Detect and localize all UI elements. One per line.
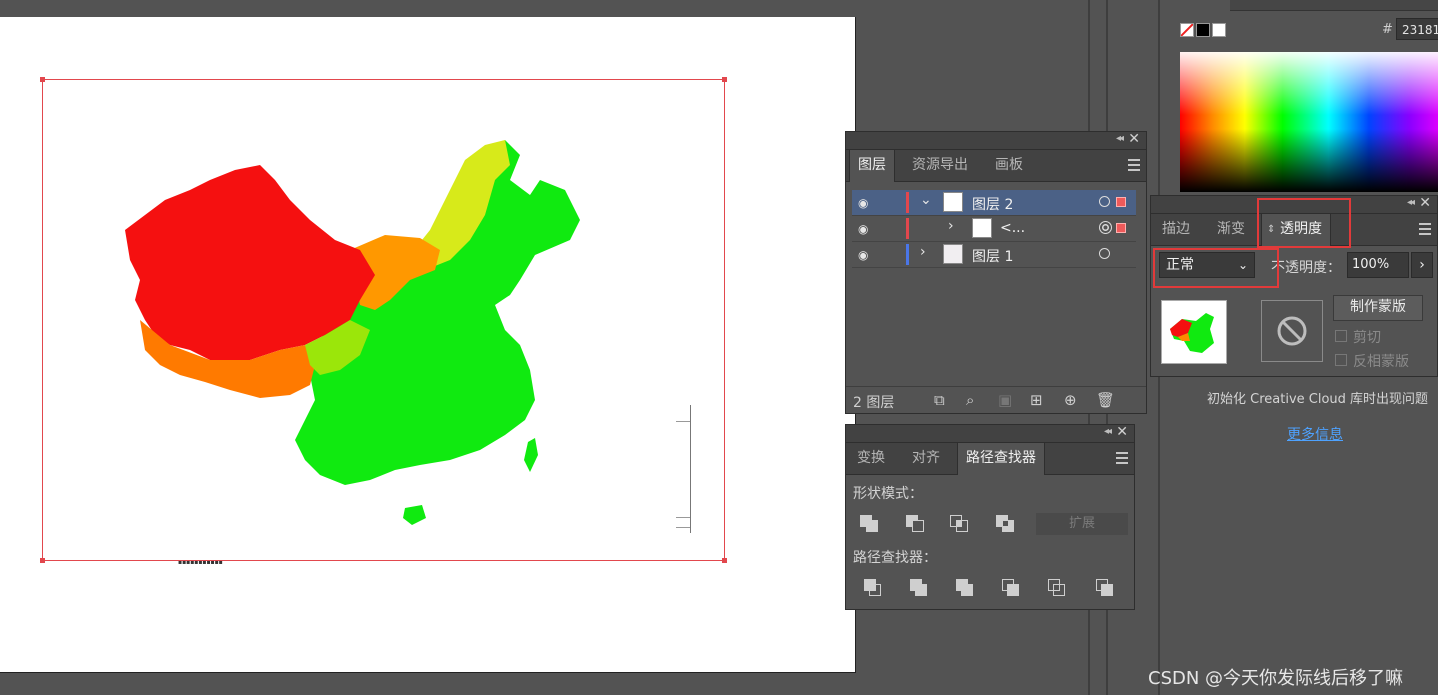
pathfinders-label: 路径查找器： xyxy=(853,550,937,566)
tab-layers[interactable]: 图层 xyxy=(849,150,895,182)
tab-pathfinder[interactable]: 路径查找器 xyxy=(957,443,1045,475)
close-icon[interactable]: ✕ xyxy=(1419,195,1431,211)
tab-align[interactable]: 对齐 xyxy=(904,443,948,474)
clip-mask-icon[interactable]: ▣ xyxy=(998,391,1012,409)
selection-handle[interactable] xyxy=(722,558,727,563)
selection-indicator[interactable] xyxy=(1116,223,1126,233)
new-layer-icon[interactable]: ⊕ xyxy=(1064,391,1077,409)
layer-thumbnail xyxy=(972,218,992,238)
eye-icon[interactable]: ◉ xyxy=(858,248,868,262)
target-icon[interactable] xyxy=(1099,221,1112,234)
layers-list: ◉ ⌄ 图层 2 ◉ › <... ◉ › 图层 1 xyxy=(846,188,1146,388)
close-icon[interactable]: ✕ xyxy=(1116,424,1128,440)
layer-color-bar xyxy=(906,244,909,265)
opacity-label: 不透明度： xyxy=(1271,260,1341,276)
tab-transform[interactable]: 变换 xyxy=(849,443,893,474)
eye-icon[interactable]: ◉ xyxy=(858,196,868,210)
pathfinder-tabs: 变换 对齐 路径查找器 xyxy=(846,443,1134,475)
chevron-down-icon[interactable]: ⌄ xyxy=(920,192,932,208)
make-mask-button[interactable]: 制作蒙版 xyxy=(1333,295,1423,321)
outline-button[interactable] xyxy=(1048,579,1070,599)
close-icon[interactable]: ✕ xyxy=(1128,131,1140,147)
layers-tabs: 图层 资源导出 画板 xyxy=(846,150,1146,182)
color-spectrum[interactable] xyxy=(1180,52,1438,192)
hex-input[interactable]: 23181 xyxy=(1396,18,1438,40)
cc-library-error: 初始化 Creative Cloud 库时出现问题 xyxy=(1207,392,1429,407)
eye-icon[interactable]: ◉ xyxy=(858,222,868,236)
no-mask-icon xyxy=(1277,316,1307,346)
trim-button[interactable] xyxy=(910,579,932,599)
expand-button[interactable]: 扩展 xyxy=(1036,513,1128,535)
selection-handle[interactable] xyxy=(722,77,727,82)
layer-row-layer2[interactable]: ◉ ⌄ 图层 2 xyxy=(852,190,1136,216)
divide-button[interactable] xyxy=(864,579,886,599)
tab-stroke[interactable]: 描边 xyxy=(1154,214,1198,245)
layer-count: 2 图层 xyxy=(853,395,895,411)
merge-button[interactable] xyxy=(956,579,978,599)
white-swatch[interactable] xyxy=(1212,23,1226,37)
mask-thumbnail[interactable] xyxy=(1261,300,1323,362)
pathfinder-panel: ◂◂ ✕ 变换 对齐 路径查找器 形状模式： 扩展 路径查找器： xyxy=(845,424,1135,610)
export-icon[interactable]: ⧉ xyxy=(934,391,945,409)
tab-asset-export[interactable]: 资源导出 xyxy=(904,150,976,181)
collapse-icon[interactable]: ◂◂ xyxy=(1104,426,1112,437)
layer-name[interactable]: 图层 1 xyxy=(972,246,1013,266)
watermark: CSDN @今天你发际线后移了嘛 xyxy=(1148,668,1404,689)
layer-color-bar xyxy=(906,218,909,239)
color-panel-titlebar xyxy=(1230,0,1438,11)
invert-mask-label: 反相蒙版 xyxy=(1353,354,1409,370)
annotation-highlight-tab xyxy=(1257,198,1351,248)
tab-artboards[interactable]: 画板 xyxy=(987,150,1031,181)
collapse-icon[interactable]: ◂◂ xyxy=(1407,197,1415,208)
minus-front-button[interactable] xyxy=(906,515,928,535)
panel-menu-icon[interactable] xyxy=(1116,452,1128,467)
layer-color-bar xyxy=(906,192,909,213)
search-icon[interactable]: ⌕ xyxy=(966,391,974,409)
clip-checkbox[interactable] xyxy=(1335,330,1347,342)
collapse-icon[interactable]: ◂◂ xyxy=(1116,133,1124,144)
panel-menu-icon[interactable] xyxy=(1419,223,1431,238)
layer-name[interactable]: <... xyxy=(1000,220,1025,236)
selection-handle[interactable] xyxy=(40,558,45,563)
target-icon[interactable] xyxy=(1099,196,1110,207)
trash-icon[interactable]: 🗑 xyxy=(1096,391,1115,409)
black-swatch[interactable] xyxy=(1196,23,1210,37)
shape-modes-label: 形状模式： xyxy=(853,486,923,502)
layers-panel: ◂◂ ✕ 图层 资源导出 画板 ◉ ⌄ 图层 2 ◉ › <... ◉ › 图层… xyxy=(845,131,1147,414)
clip-label: 剪切 xyxy=(1353,330,1381,346)
transparency-panel: ◂◂ ✕ 描边 渐变 ⇕ 透明度 正常 ⌄ 不透明度： 100% › 制作蒙版 … xyxy=(1150,195,1438,377)
invert-mask-checkbox[interactable] xyxy=(1335,354,1347,366)
minus-back-button[interactable] xyxy=(1096,579,1118,599)
object-thumbnail[interactable] xyxy=(1161,300,1227,364)
selection-handle[interactable] xyxy=(40,77,45,82)
layer-row-layer1[interactable]: ◉ › 图层 1 xyxy=(852,242,1136,268)
thumbnail-map xyxy=(1170,313,1214,353)
selection-indicator[interactable] xyxy=(1116,197,1126,207)
target-icon[interactable] xyxy=(1099,248,1110,259)
layer-thumbnail xyxy=(943,192,963,212)
intersect-button[interactable] xyxy=(950,515,972,535)
panel-menu-icon[interactable] xyxy=(1128,159,1140,174)
unite-button[interactable] xyxy=(860,515,882,535)
opacity-input[interactable]: 100% xyxy=(1347,252,1409,278)
chevron-right-icon[interactable]: › xyxy=(920,244,926,260)
tab-gradient[interactable]: 渐变 xyxy=(1209,214,1253,245)
layers-panel-titlebar[interactable]: ◂◂ ✕ xyxy=(846,131,1146,150)
exclude-button[interactable] xyxy=(996,515,1018,535)
new-sublayer-icon[interactable]: ⊞ xyxy=(1030,391,1043,409)
more-info-link[interactable]: 更多信息 xyxy=(1287,424,1343,444)
hex-prefix: # xyxy=(1382,22,1393,37)
annotation-highlight-blend xyxy=(1153,248,1279,288)
layer-row-sublayer[interactable]: ◉ › <... xyxy=(852,216,1136,242)
chevron-right-icon[interactable]: › xyxy=(948,218,954,234)
selection-bounding-box[interactable] xyxy=(40,77,727,563)
layer-name[interactable]: 图层 2 xyxy=(972,194,1013,214)
layers-footer: 2 图层 ⧉ ⌕ ▣ ⊞ ⊕ 🗑 xyxy=(846,386,1146,413)
pathfinder-titlebar[interactable]: ◂◂ ✕ xyxy=(846,424,1134,443)
none-swatch[interactable] xyxy=(1180,23,1194,37)
layer-thumbnail xyxy=(943,244,963,264)
opacity-slider-toggle[interactable]: › xyxy=(1411,252,1433,278)
crop-button[interactable] xyxy=(1002,579,1024,599)
